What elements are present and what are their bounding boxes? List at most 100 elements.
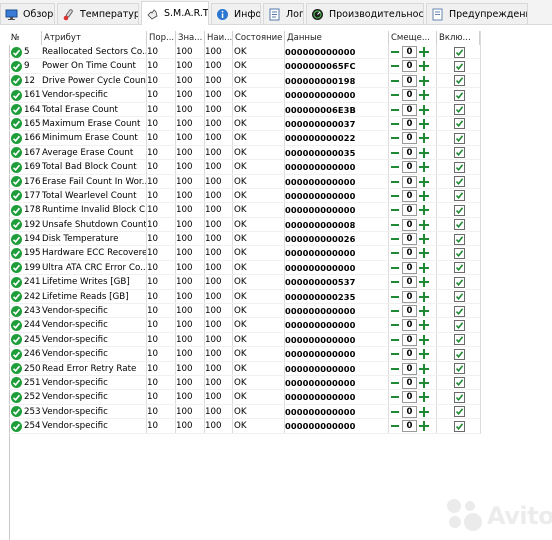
plus-icon[interactable] [418, 104, 430, 116]
enabled-checkbox[interactable] [454, 391, 465, 403]
enabled-checkbox[interactable] [454, 406, 465, 418]
header-status[interactable]: Состояние [233, 31, 285, 45]
plus-icon[interactable] [418, 305, 430, 317]
minus-icon[interactable] [389, 291, 401, 303]
table-row[interactable]: 246 Vendor-specific 10 100 100 OK 000000000000… [9, 347, 480, 362]
plus-icon[interactable] [418, 262, 430, 274]
enabled-checkbox[interactable] [454, 219, 465, 231]
offset-value[interactable]: 0 [402, 276, 417, 289]
header-num[interactable]: № [9, 31, 42, 45]
tab-info[interactable]: Инфо [211, 3, 261, 24]
plus-icon[interactable] [418, 334, 430, 346]
minus-icon[interactable] [389, 89, 401, 101]
plus-icon[interactable] [418, 46, 430, 58]
offset-value[interactable]: 0 [402, 60, 417, 73]
offset-value[interactable]: 0 [402, 420, 417, 433]
enabled-checkbox[interactable] [454, 334, 465, 346]
table-row[interactable]: 253 Vendor-specific 10 100 100 OK 000000000000… [9, 405, 480, 420]
offset-value[interactable]: 0 [402, 391, 417, 404]
enabled-checkbox[interactable] [454, 104, 465, 116]
header-enabled[interactable]: Вклю... [437, 31, 480, 45]
plus-icon[interactable] [418, 348, 430, 360]
table-row[interactable]: 5 Reallocated Sectors Co... 10 100 100 OK 0000… [9, 45, 480, 60]
minus-icon[interactable] [389, 219, 401, 231]
minus-icon[interactable] [389, 363, 401, 375]
enabled-checkbox[interactable] [454, 291, 465, 303]
tab-smart[interactable]: S.M.A.R.T. [141, 1, 209, 25]
table-row[interactable]: 250 Read Error Retry Rate 10 100 100 OK 000000… [9, 362, 480, 376]
enabled-checkbox[interactable] [454, 363, 465, 375]
offset-value[interactable]: 0 [402, 161, 417, 174]
minus-icon[interactable] [389, 247, 401, 259]
minus-icon[interactable] [389, 204, 401, 216]
table-row[interactable]: 167 Average Erase Count 10 100 100 OK 00000000… [9, 146, 480, 161]
enabled-checkbox[interactable] [454, 377, 465, 389]
enabled-checkbox[interactable] [454, 305, 465, 317]
header-value[interactable]: Зна... [176, 31, 205, 45]
plus-icon[interactable] [418, 204, 430, 216]
header-attribute[interactable]: Атрибут [42, 31, 147, 45]
plus-icon[interactable] [418, 60, 430, 72]
minus-icon[interactable] [389, 334, 401, 346]
minus-icon[interactable] [389, 377, 401, 389]
plus-icon[interactable] [418, 219, 430, 231]
minus-icon[interactable] [389, 161, 401, 173]
header-threshold[interactable]: Пор... [147, 31, 176, 45]
minus-icon[interactable] [389, 406, 401, 418]
offset-value[interactable]: 0 [402, 348, 417, 361]
minus-icon[interactable] [389, 319, 401, 331]
table-row[interactable]: 195 Hardware ECC Recovered 10 100 100 OK 00000… [9, 246, 480, 261]
header-worst[interactable]: Наи... [205, 31, 233, 45]
minus-icon[interactable] [389, 262, 401, 274]
table-row[interactable]: 244 Vendor-specific 10 100 100 OK 000000000000… [9, 318, 480, 333]
plus-icon[interactable] [418, 363, 430, 375]
minus-icon[interactable] [389, 176, 401, 188]
enabled-checkbox[interactable] [454, 176, 465, 188]
plus-icon[interactable] [418, 233, 430, 245]
offset-value[interactable]: 0 [402, 117, 417, 130]
table-row[interactable]: 177 Total Wearlevel Count 10 100 100 OK 000000… [9, 189, 480, 204]
plus-icon[interactable] [418, 190, 430, 202]
offset-value[interactable]: 0 [402, 175, 417, 188]
minus-icon[interactable] [389, 75, 401, 87]
minus-icon[interactable] [389, 104, 401, 116]
tab-performance[interactable]: Производительность [306, 3, 424, 24]
table-row[interactable]: 165 Maximum Erase Count 10 100 100 OK 00000000… [9, 117, 480, 132]
table-row[interactable]: 242 Lifetime Reads [GB] 10 100 100 OK 00000000… [9, 290, 480, 305]
offset-value[interactable]: 0 [402, 218, 417, 231]
enabled-checkbox[interactable] [454, 89, 465, 101]
enabled-checkbox[interactable] [454, 420, 465, 432]
minus-icon[interactable] [389, 391, 401, 403]
plus-icon[interactable] [418, 132, 430, 144]
offset-value[interactable]: 0 [402, 189, 417, 202]
enabled-checkbox[interactable] [454, 247, 465, 259]
enabled-checkbox[interactable] [454, 262, 465, 274]
enabled-checkbox[interactable] [454, 118, 465, 130]
header-raw[interactable]: Данные [285, 31, 389, 45]
table-row[interactable]: 169 Total Bad Block Count 10 100 100 OK 000000… [9, 160, 480, 175]
plus-icon[interactable] [418, 420, 430, 432]
offset-value[interactable]: 0 [402, 305, 417, 318]
table-row[interactable]: 12 Drive Power Cycle Count 10 100 100 OK 00000… [9, 74, 480, 89]
table-row[interactable]: 194 Disk Temperature 10 100 100 OK 00000000002… [9, 232, 480, 247]
tab-warnings[interactable]: Предупреждения [426, 3, 528, 24]
offset-value[interactable]: 0 [402, 405, 417, 418]
minus-icon[interactable] [389, 60, 401, 72]
enabled-checkbox[interactable] [454, 147, 465, 159]
minus-icon[interactable] [389, 118, 401, 130]
table-row[interactable]: 254 Vendor-specific 10 100 100 OK 000000000000… [9, 419, 480, 434]
table-row[interactable]: 241 Lifetime Writes [GB] 10 100 100 OK 0000000… [9, 275, 480, 290]
offset-value[interactable]: 0 [402, 74, 417, 87]
table-row[interactable]: 243 Vendor-specific 10 100 100 OK 000000000000… [9, 304, 480, 319]
minus-icon[interactable] [389, 420, 401, 432]
plus-icon[interactable] [418, 247, 430, 259]
enabled-checkbox[interactable] [454, 190, 465, 202]
table-row[interactable]: 161 Vendor-specific 10 100 100 OK 000000000000… [9, 88, 480, 103]
minus-icon[interactable] [389, 233, 401, 245]
offset-value[interactable]: 0 [402, 46, 417, 58]
table-row[interactable]: 176 Erase Fail Count In Wor... 10 100 100 OK 0… [9, 175, 480, 189]
offset-value[interactable]: 0 [402, 290, 417, 303]
minus-icon[interactable] [389, 190, 401, 202]
offset-value[interactable]: 0 [402, 132, 417, 145]
table-row[interactable]: 178 Runtime Invalid Block C... 10 100 100 OK 0… [9, 203, 480, 218]
